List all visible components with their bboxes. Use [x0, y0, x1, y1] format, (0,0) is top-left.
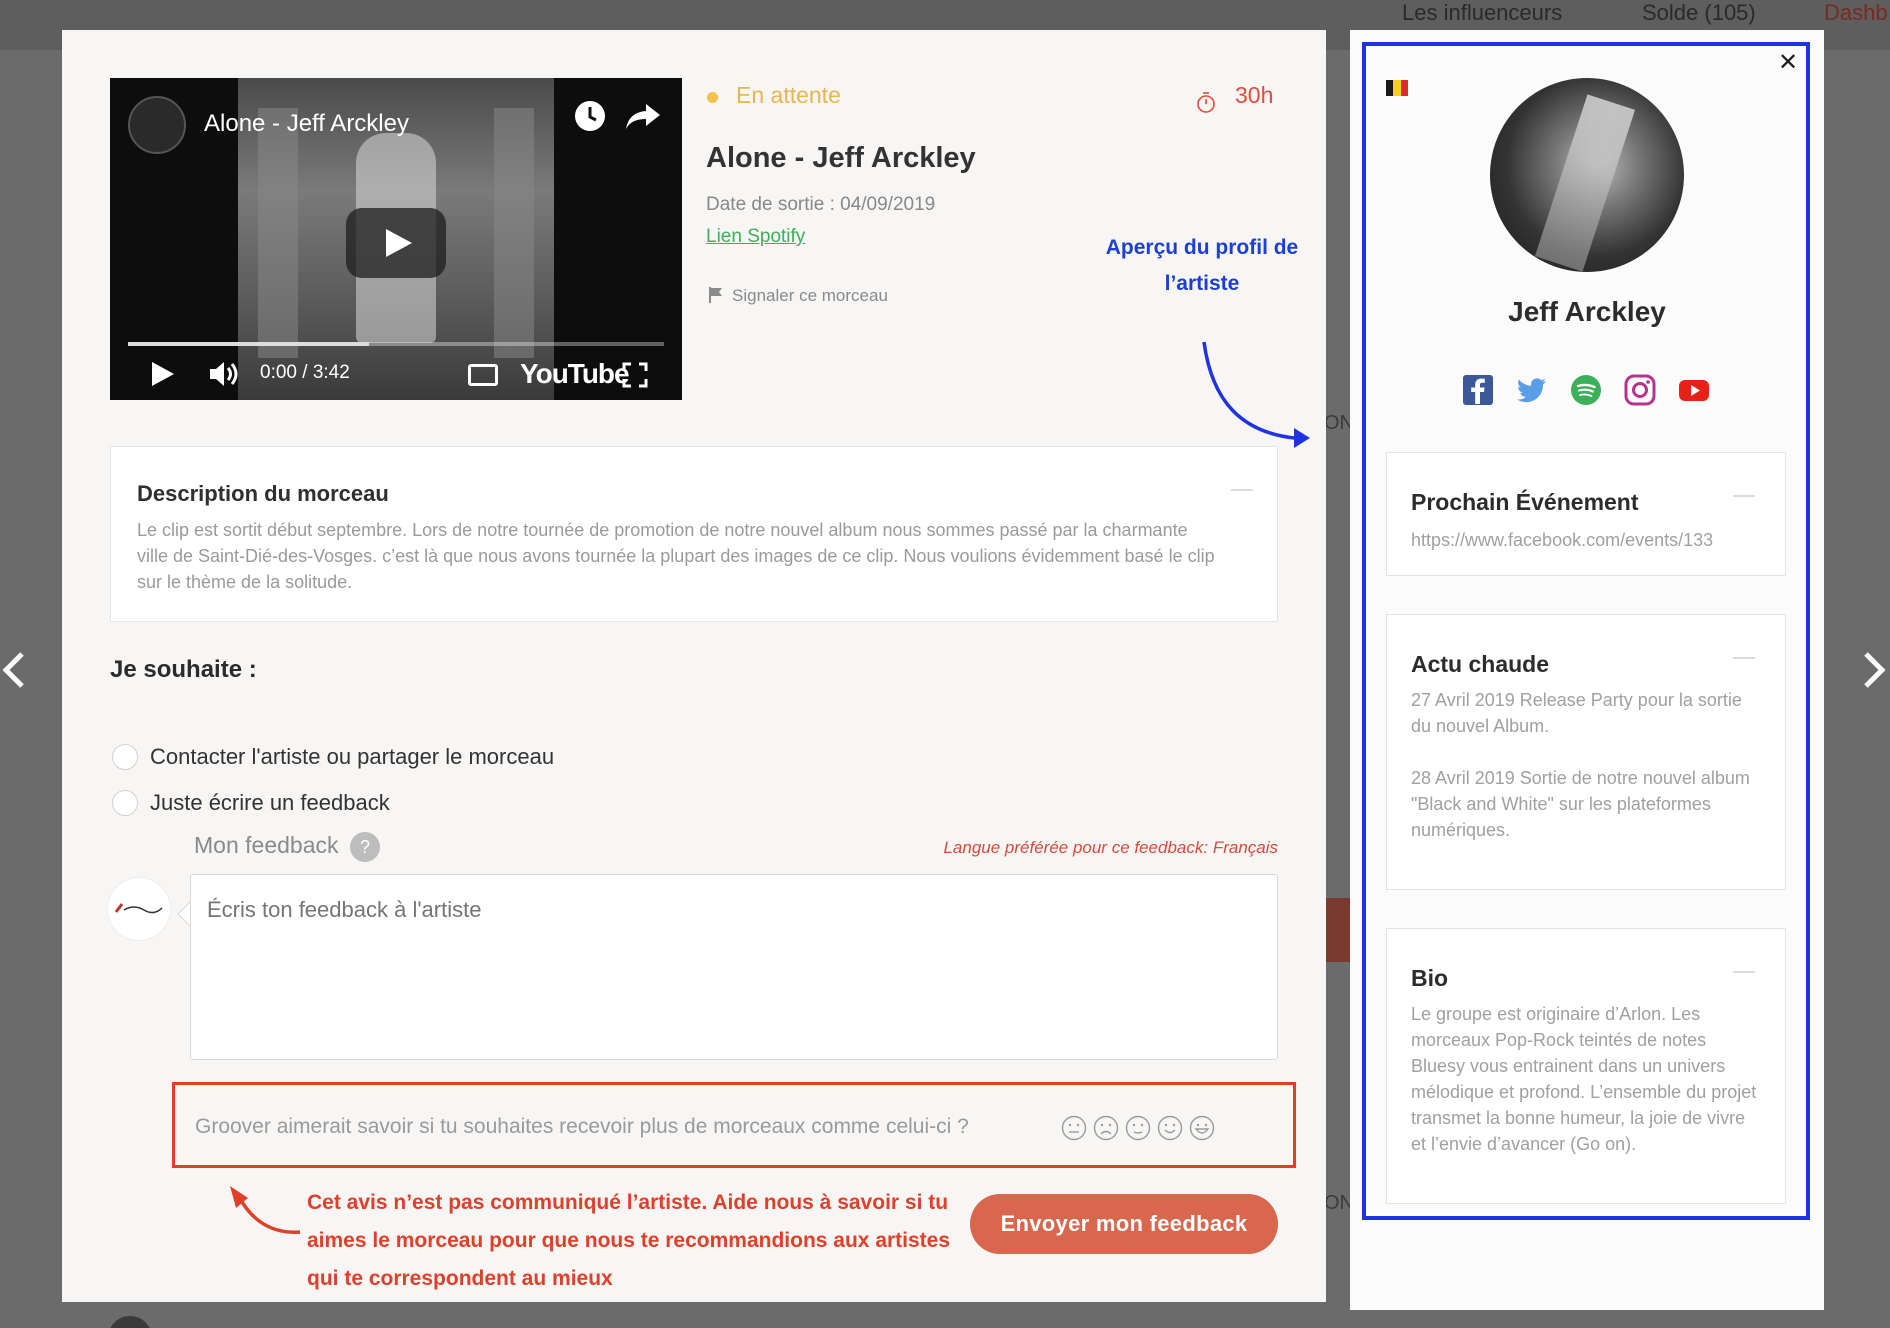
- description-text: Le clip est sortit début septembre. Lors…: [137, 520, 1215, 592]
- belgium-flag-icon: [1386, 80, 1408, 96]
- wish-title: Je souhaite :: [110, 656, 257, 683]
- sad-smiley-icon[interactable]: [1093, 1115, 1119, 1141]
- groover-question: Groover aimerait savoir si tu souhaites …: [195, 1115, 969, 1138]
- share-icon[interactable]: [622, 98, 662, 134]
- artist-avatar: [1490, 78, 1684, 272]
- radio-contact-artist[interactable]: [112, 744, 138, 770]
- youtube-icon[interactable]: [1678, 374, 1710, 406]
- track-title: Alone - Jeff Arckley: [706, 142, 976, 174]
- spotify-link[interactable]: Lien Spotify: [706, 226, 805, 248]
- channel-avatar[interactable]: [128, 96, 186, 154]
- volume-icon[interactable]: [208, 360, 240, 388]
- bio-text: Le groupe est originaire d’Arlon. Les mo…: [1411, 1004, 1757, 1154]
- track-modal: Alone - Jeff Arckley 0:00 / 3:42 YouTube…: [62, 30, 1326, 1302]
- collapse-icon[interactable]: [1733, 657, 1755, 659]
- deadline-timer: 30h: [1235, 82, 1274, 108]
- collapse-icon[interactable]: [1733, 971, 1755, 973]
- send-feedback-button[interactable]: Envoyer mon feedback: [970, 1194, 1278, 1254]
- radio-label-feedback[interactable]: Juste écrire un feedback: [150, 790, 390, 816]
- feedback-textarea[interactable]: [190, 874, 1278, 1060]
- event-link[interactable]: https://www.facebook.com/events/133: [1411, 527, 1763, 555]
- watch-later-icon[interactable]: [572, 98, 608, 134]
- stopwatch-icon: [1197, 92, 1215, 113]
- groover-question-box: Groover aimerait savoir si tu souhaites …: [172, 1082, 1296, 1168]
- video-player[interactable]: Alone - Jeff Arckley 0:00 / 3:42 YouTube: [110, 78, 682, 400]
- previous-arrow-icon[interactable]: [0, 650, 40, 690]
- card-title: Bio: [1411, 965, 1449, 991]
- profile-preview-annotation: Aperçu du profil de l’artiste: [1105, 236, 1299, 295]
- preferred-language: Langue préférée pour ce feedback: França…: [943, 838, 1278, 857]
- very-happy-smiley-icon[interactable]: [1189, 1115, 1215, 1141]
- artist-name: Jeff Arckley: [1508, 296, 1666, 327]
- release-date: Date de sortie : 04/09/2019: [706, 194, 936, 215]
- collapse-icon[interactable]: [1231, 489, 1253, 491]
- user-logo: [114, 903, 163, 914]
- youtube-logo[interactable]: YouTube: [520, 358, 630, 390]
- play-icon[interactable]: [152, 362, 174, 386]
- status-label: En attente: [736, 82, 841, 108]
- radio-feedback-only[interactable]: [112, 790, 138, 816]
- card-title: Actu chaude: [1411, 651, 1550, 677]
- nav-influencers[interactable]: Les influenceurs: [1402, 0, 1562, 26]
- report-track-link[interactable]: Signaler ce morceau: [732, 286, 888, 306]
- very-sad-smiley-icon[interactable]: [1061, 1115, 1087, 1141]
- play-overlay-button[interactable]: [346, 208, 446, 278]
- description-card: Description du morceau Le clip est sorti…: [110, 446, 1278, 622]
- instagram-icon[interactable]: [1624, 374, 1656, 406]
- subtitles-icon[interactable]: [468, 364, 498, 386]
- nav-balance[interactable]: Solde (105): [1642, 0, 1756, 26]
- nav-dashboard[interactable]: Dashb: [1824, 0, 1888, 26]
- fullscreen-icon[interactable]: [622, 362, 648, 388]
- hot-news-card: Actu chaude 27 Avril 2019 Release Party …: [1386, 614, 1786, 890]
- card-title: Prochain Événement: [1411, 489, 1639, 515]
- report-flag-icon[interactable]: [708, 286, 724, 304]
- video-progress-fill: [128, 342, 370, 346]
- collapse-icon[interactable]: [1733, 495, 1755, 497]
- feedback-label: Mon feedback: [194, 832, 339, 858]
- feedback-annotation: Cet avis n’est pas communiqué l’artiste.…: [307, 1191, 951, 1290]
- facebook-icon[interactable]: [1462, 374, 1494, 406]
- happy-smiley-icon[interactable]: [1157, 1115, 1183, 1141]
- next-arrow-icon[interactable]: [1856, 650, 1890, 690]
- background-avatar: [108, 1316, 152, 1328]
- user-avatar: [108, 878, 170, 940]
- neutral-smiley-icon[interactable]: [1125, 1115, 1151, 1141]
- spotify-icon[interactable]: [1570, 374, 1602, 406]
- video-title[interactable]: Alone - Jeff Arckley: [204, 110, 409, 138]
- twitter-icon[interactable]: [1516, 374, 1548, 406]
- video-progress-bar[interactable]: [128, 342, 664, 346]
- bio-card: Bio Le groupe est originaire d’Arlon. Le…: [1386, 928, 1786, 1204]
- video-time: 0:00 / 3:42: [260, 362, 350, 383]
- next-event-card: Prochain Événement https://www.facebook.…: [1386, 452, 1786, 576]
- status-dot: [707, 92, 718, 103]
- description-title: Description du morceau: [137, 481, 389, 506]
- radio-label-contact[interactable]: Contacter l'artiste ou partager le morce…: [150, 744, 554, 770]
- help-icon[interactable]: ?: [350, 832, 380, 862]
- hot-news-text: 27 Avril 2019 Release Party pour la sort…: [1411, 690, 1750, 840]
- close-icon[interactable]: ✕: [1778, 48, 1798, 77]
